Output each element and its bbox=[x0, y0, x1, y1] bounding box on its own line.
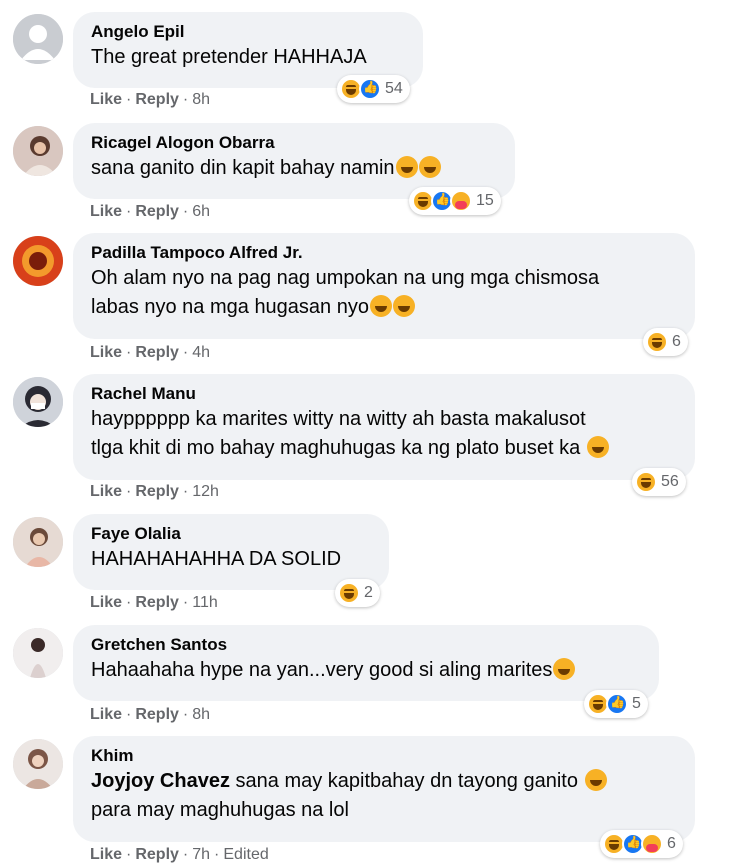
reaction-summary[interactable]: 6 bbox=[600, 830, 683, 858]
comment-author[interactable]: Gretchen Santos bbox=[91, 634, 641, 656]
avatar[interactable] bbox=[13, 126, 63, 176]
comment-bubble: Khim Joyjoy Chavez sana may kapitbahay d… bbox=[73, 736, 695, 842]
mention-link[interactable]: Joyjoy Chavez bbox=[91, 770, 230, 792]
reaction-summary[interactable]: 54 bbox=[337, 75, 410, 103]
comment-text-body: sana may kapitbahay dn tayong ganito bbox=[235, 770, 578, 792]
grinning-sweat-emoji bbox=[369, 295, 392, 317]
avatar-default[interactable] bbox=[13, 14, 63, 64]
reaction-summary[interactable]: 2 bbox=[335, 579, 380, 607]
comment-actions: Like · Reply · 11h bbox=[90, 594, 218, 612]
comment-text: labas nyo na mga hugasan nyo bbox=[91, 293, 677, 322]
comment-actions: Like · Reply · 12h bbox=[90, 483, 219, 501]
comment-text-body: Hahaahaha hype na yan...very good si ali… bbox=[91, 659, 553, 681]
comment-author[interactable]: Ricagel Alogon Obarra bbox=[91, 132, 497, 154]
avatar[interactable] bbox=[13, 517, 63, 567]
like-icon bbox=[359, 78, 381, 100]
timestamp[interactable]: 11h bbox=[192, 594, 218, 612]
comment-bubble: Gretchen Santos Hahaahaha hype na yan...… bbox=[73, 625, 659, 701]
comment-actions: Like · Reply · 8h bbox=[90, 706, 211, 724]
avatar[interactable] bbox=[13, 739, 63, 789]
comment-text: tlga khit di mo bahay maghuhugas ka ng p… bbox=[91, 434, 677, 463]
timestamp[interactable]: 8h bbox=[192, 91, 210, 109]
reply-link[interactable]: Reply bbox=[135, 91, 179, 109]
avatar[interactable] bbox=[13, 236, 63, 286]
grinning-emoji bbox=[553, 658, 576, 680]
comment-bubble: Padilla Tampoco Alfred Jr. Oh alam nyo n… bbox=[73, 233, 695, 339]
haha-icon bbox=[635, 471, 657, 493]
comment-bubble: Rachel Manu haypppppp ka marites witty n… bbox=[73, 374, 695, 480]
reply-link[interactable]: Reply bbox=[135, 203, 179, 221]
tears-of-joy-emoji bbox=[586, 436, 609, 458]
comment-author[interactable]: Padilla Tampoco Alfred Jr. bbox=[91, 242, 677, 264]
like-link[interactable]: Like bbox=[90, 846, 122, 864]
comment-author[interactable]: Rachel Manu bbox=[91, 383, 677, 405]
comment-actions: Like · Reply · 8h bbox=[90, 91, 211, 109]
avatar[interactable] bbox=[13, 377, 63, 427]
like-link[interactable]: Like bbox=[90, 483, 122, 501]
reply-link[interactable]: Reply bbox=[135, 344, 179, 362]
like-link[interactable]: Like bbox=[90, 594, 122, 612]
reply-link[interactable]: Reply bbox=[135, 483, 179, 501]
timestamp[interactable]: 12h bbox=[192, 483, 219, 501]
comment-actions: Like · Reply · 7h · Edited bbox=[90, 846, 269, 864]
tears-of-joy-emoji bbox=[418, 156, 441, 178]
reaction-count: 56 bbox=[661, 473, 679, 490]
reply-link[interactable]: Reply bbox=[135, 706, 179, 724]
like-link[interactable]: Like bbox=[90, 203, 122, 221]
comment-author[interactable]: Khim bbox=[91, 745, 677, 767]
comment-text-body: sana ganito din kapit bahay namin bbox=[91, 157, 395, 179]
reaction-count: 6 bbox=[672, 333, 681, 350]
comment-text-body: tlga khit di mo bahay maghuhugas ka ng p… bbox=[91, 437, 581, 459]
comment-text: The great pretender HAHHAJA bbox=[91, 46, 367, 68]
reaction-count: 6 bbox=[667, 835, 676, 852]
like-icon bbox=[606, 693, 628, 715]
reaction-summary[interactable]: 56 bbox=[632, 468, 686, 496]
reaction-count: 2 bbox=[364, 584, 373, 601]
comment-author[interactable]: Angelo Epil bbox=[91, 21, 405, 43]
comment-text: haypppppp ka marites witty na witty ah b… bbox=[91, 408, 586, 430]
reaction-summary[interactable]: 6 bbox=[643, 328, 688, 356]
like-link[interactable]: Like bbox=[90, 706, 122, 724]
reaction-summary[interactable]: 15 bbox=[409, 187, 501, 215]
comment-actions: Like · Reply · 6h bbox=[90, 203, 211, 221]
comment-actions: Like · Reply · 4h bbox=[90, 344, 211, 362]
comment-text: para may maghuhugas na lol bbox=[91, 799, 349, 821]
haha-icon bbox=[338, 582, 360, 604]
comment-text: Joyjoy Chavez sana may kapitbahay dn tay… bbox=[91, 767, 677, 796]
comment-text: sana ganito din kapit bahay namin bbox=[91, 154, 497, 183]
timestamp[interactable]: 6h bbox=[192, 203, 210, 221]
timestamp[interactable]: 7h bbox=[192, 846, 210, 864]
like-link[interactable]: Like bbox=[90, 91, 122, 109]
haha-icon bbox=[646, 331, 668, 353]
grinning-sweat-emoji bbox=[395, 156, 418, 178]
timestamp[interactable]: 8h bbox=[192, 706, 210, 724]
reply-link[interactable]: Reply bbox=[135, 594, 179, 612]
reaction-count: 5 bbox=[632, 695, 641, 712]
reaction-count: 54 bbox=[385, 80, 403, 97]
grinning-sweat-emoji bbox=[392, 295, 415, 317]
avatar[interactable] bbox=[13, 628, 63, 678]
reply-link[interactable]: Reply bbox=[135, 846, 179, 864]
tears-of-joy-emoji bbox=[584, 769, 607, 791]
comment-text: HAHAHAHAHHA DA SOLID bbox=[91, 548, 342, 570]
comment-bubble: Faye Olalia HAHAHAHAHHA DA SOLID bbox=[73, 514, 389, 590]
timestamp[interactable]: 4h bbox=[192, 344, 210, 362]
comment-text: Hahaahaha hype na yan...very good si ali… bbox=[91, 656, 641, 685]
comment-text-body: labas nyo na mga hugasan nyo bbox=[91, 296, 369, 318]
reaction-summary[interactable]: 5 bbox=[584, 690, 648, 718]
comment-text: Oh alam nyo na pag nag umpokan na ung mg… bbox=[91, 267, 600, 289]
like-link[interactable]: Like bbox=[90, 344, 122, 362]
reaction-count: 15 bbox=[476, 192, 494, 209]
comment-author[interactable]: Faye Olalia bbox=[91, 523, 371, 545]
care-icon bbox=[641, 833, 663, 855]
care-icon bbox=[450, 190, 472, 212]
edited-label[interactable]: Edited bbox=[223, 846, 268, 864]
